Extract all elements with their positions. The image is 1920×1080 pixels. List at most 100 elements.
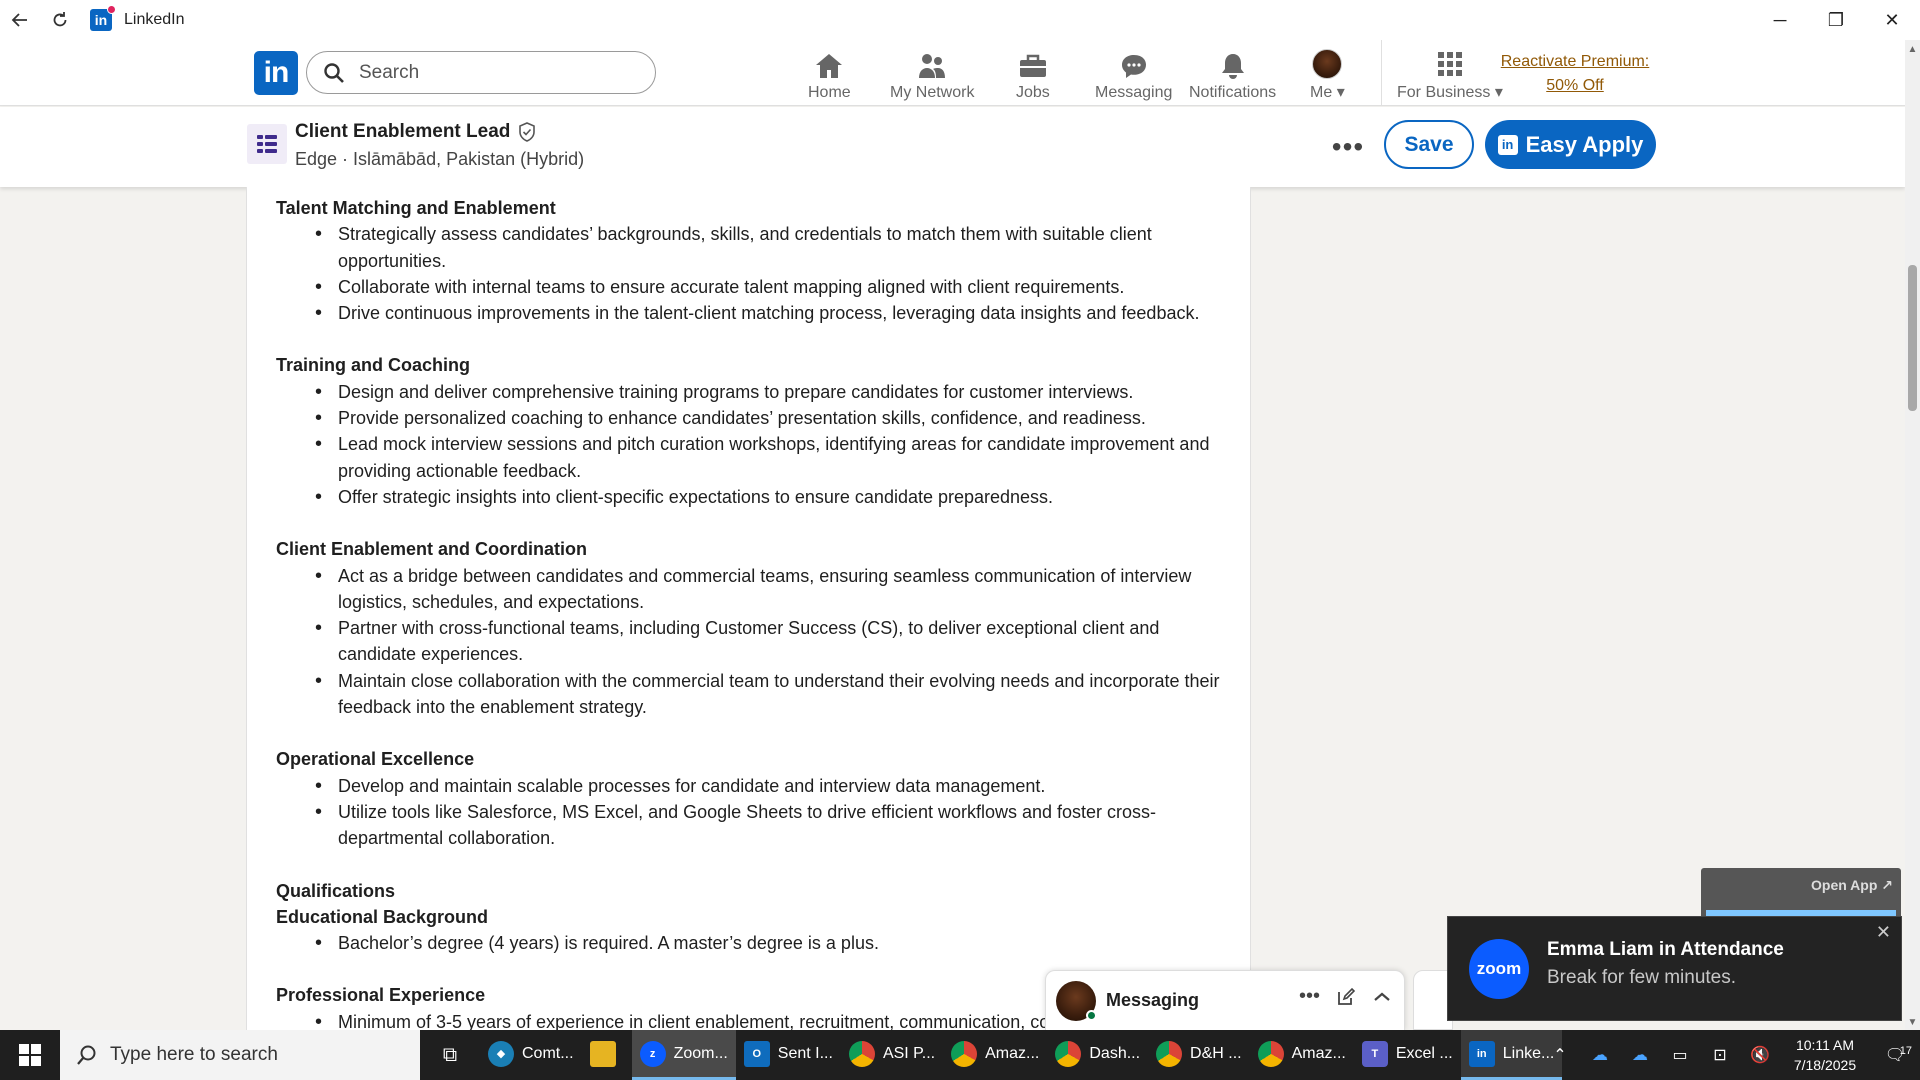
job-description-card: Talent Matching and Enablement Strategic… <box>246 187 1251 1030</box>
global-nav: in Home My Network Jobs Messaging Notifi… <box>0 40 1905 106</box>
chevron-up-icon[interactable] <box>1372 987 1392 1007</box>
job-description: Talent Matching and Enablement Strategic… <box>276 187 1226 1030</box>
more-options-button[interactable]: ••• <box>1330 129 1366 165</box>
task-view-button[interactable]: ⧉ <box>420 1030 480 1080</box>
onedrive-icon[interactable]: ☁ <box>1620 1045 1660 1065</box>
windows-logo-icon <box>19 1044 41 1066</box>
caret-down-icon: ▾ <box>1336 84 1345 101</box>
onedrive-icon[interactable]: ☁ <box>1580 1045 1620 1065</box>
qualifications-heading: Qualifications <box>276 880 396 901</box>
nav-home-label: Home <box>808 84 851 101</box>
job-title-text: Client Enablement Lead <box>295 121 511 142</box>
folder-icon <box>589 1040 616 1067</box>
close-window-button[interactable]: ✕ <box>1864 0 1920 40</box>
section-heading: Client Enablement and Coordination <box>276 539 588 560</box>
list-item: Utilize tools like Salesforce, MS Excel,… <box>315 799 1226 852</box>
app-icon: ◆ <box>488 1040 514 1067</box>
nav-notifications-label: Notifications <box>1189 84 1277 101</box>
notification-center-button[interactable]: 🗨 17 <box>1870 1045 1920 1065</box>
job-title[interactable]: Client Enablement Lead <box>295 121 536 143</box>
online-status-icon <box>1086 1009 1097 1021</box>
system-tray: ⌃ ☁ ☁ ▭ ⊡ 🔇 10:11 AM 7/18/2025 🗨 17 <box>1540 1030 1920 1080</box>
clock[interactable]: 10:11 AM 7/18/2025 <box>1780 1035 1870 1075</box>
scroll-down-icon[interactable]: ▼ <box>1905 1017 1920 1028</box>
premium-line1: Reactivate Premium: <box>1500 53 1650 70</box>
taskbar-app[interactable]: z Zoom... <box>631 1030 736 1080</box>
list-item: Provide personalized coaching to enhance… <box>315 405 1226 432</box>
company-logo[interactable] <box>247 124 287 164</box>
taskbar-app[interactable]: O Sent I... <box>736 1030 841 1080</box>
reload-icon <box>53 12 67 27</box>
easy-apply-button[interactable]: in Easy Apply <box>1485 120 1656 169</box>
nav-for-business[interactable]: For Business ▾ <box>1397 46 1503 102</box>
linkedin-mini-icon: in <box>1497 134 1518 155</box>
volume-muted-icon[interactable]: 🔇 <box>1740 1045 1780 1065</box>
minimize-button[interactable]: ─ <box>1752 0 1808 40</box>
taskbar-app[interactable]: Dash... <box>1047 1030 1148 1080</box>
list-item: Strategically assess candidates’ backgro… <box>315 221 1226 274</box>
nav-notifications[interactable]: Notifications <box>1189 46 1276 102</box>
bell-icon <box>1221 54 1244 79</box>
search-input[interactable] <box>359 61 639 84</box>
nav-messaging[interactable]: Messaging <box>1095 46 1172 102</box>
nav-home[interactable]: Home <box>808 46 851 102</box>
job-location: Edge · Islāmābād, Pakistan (Hybrid) <box>295 149 585 169</box>
start-button[interactable] <box>0 1030 60 1080</box>
chrome-icon <box>1257 1040 1284 1067</box>
messaging-avatar <box>1056 980 1097 1021</box>
page-scrollbar[interactable]: ▲ ▼ <box>1905 40 1920 1030</box>
nav-my-network[interactable]: My Network <box>890 46 974 102</box>
windows-taskbar: Type here to search ⧉ ◆ Comt... z Zoom... … <box>0 1030 1920 1080</box>
close-icon[interactable]: ✕ <box>1876 922 1891 943</box>
chevron-up-icon[interactable]: ⌃ <box>1540 1045 1580 1065</box>
messaging-more-icon[interactable]: ••• <box>1299 985 1320 1008</box>
network-icon[interactable]: ⊡ <box>1700 1045 1740 1065</box>
zoom-open-app-label[interactable]: Open App ↗ <box>1811 877 1893 894</box>
compose-icon[interactable] <box>1336 987 1356 1007</box>
battery-icon[interactable]: ▭ <box>1660 1045 1700 1065</box>
taskbar-app-label: Sent I... <box>777 1044 833 1062</box>
list-item: Lead mock interview sessions and pitch c… <box>315 431 1226 484</box>
taskbar-app-label: Dash... <box>1089 1044 1141 1062</box>
taskbar-app-label: Excel ... <box>1395 1044 1453 1062</box>
linkedin-app-icon: in <box>90 5 116 31</box>
list-item: Bachelor’s degree (4 years) is required.… <box>315 930 1226 957</box>
zoom-notification-title: Emma Liam in Attendance <box>1547 939 1784 960</box>
zoom-open-app-panel[interactable]: Open App ↗ <box>1701 868 1901 916</box>
taskbar-search[interactable]: Type here to search <box>60 1030 420 1080</box>
messaging-label: Messaging <box>1106 990 1200 1010</box>
job-sticky-header: Client Enablement Lead Edge · Islāmābād,… <box>0 107 1905 187</box>
nav-me[interactable]: Me ▾ <box>1310 46 1345 102</box>
list-item: Partner with cross-functional teams, inc… <box>315 615 1226 668</box>
reload-button[interactable] <box>40 0 80 40</box>
search-box[interactable] <box>306 51 656 94</box>
messaging-overlay[interactable]: Messaging ••• <box>1045 970 1405 1030</box>
back-button[interactable] <box>0 0 40 40</box>
taskbar-app[interactable]: Amaz... <box>1250 1030 1354 1080</box>
taskbar-app[interactable]: D&H ... <box>1148 1030 1250 1080</box>
nav-for-business-label-row: For Business ▾ <box>1397 82 1503 102</box>
nav-jobs-label: Jobs <box>1016 84 1050 101</box>
taskbar-app-label: Amaz... <box>985 1044 1040 1062</box>
zoom-notification[interactable]: zoom Emma Liam in Attendance Break for f… <box>1447 916 1902 1021</box>
taskbar-app[interactable]: Amaz... <box>943 1030 1047 1080</box>
linkedin-logo[interactable]: in <box>254 51 298 95</box>
nav-for-business-label: For Business <box>1397 84 1491 101</box>
list-item: Develop and maintain scalable processes … <box>315 773 1226 800</box>
save-job-button[interactable]: Save <box>1384 120 1474 169</box>
taskbar-app[interactable]: ASI P... <box>841 1030 943 1080</box>
clock-date: 7/18/2025 <box>1793 1057 1857 1073</box>
section-heading: Training and Coaching <box>276 355 471 376</box>
nav-jobs[interactable]: Jobs <box>1016 46 1050 102</box>
education-heading: Educational Background <box>276 906 489 927</box>
reactivate-premium-link[interactable]: Reactivate Premium: 50% Off <box>1495 50 1655 98</box>
maximize-button[interactable]: ❐ <box>1808 0 1864 40</box>
scrollbar-thumb[interactable] <box>1908 265 1917 411</box>
scroll-up-icon[interactable]: ▲ <box>1905 44 1920 55</box>
zoom-notification-text: Break for few minutes. <box>1547 967 1737 988</box>
taskbar-app[interactable]: T Excel ... <box>1354 1030 1461 1080</box>
section-heading: Talent Matching and Enablement <box>276 198 556 218</box>
network-icon <box>919 54 946 78</box>
taskbar-file-explorer[interactable] <box>582 1030 632 1080</box>
taskbar-app[interactable]: ◆ Comt... <box>480 1030 582 1080</box>
